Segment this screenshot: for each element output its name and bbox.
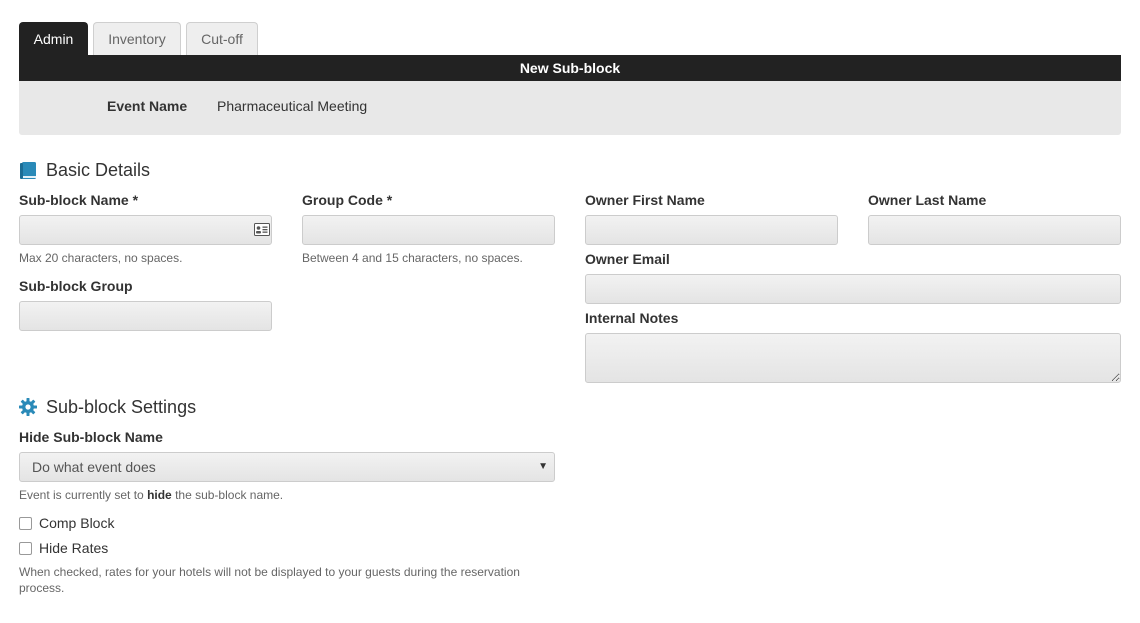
group-code-input[interactable] xyxy=(302,215,555,245)
event-name-value: Pharmaceutical Meeting xyxy=(217,98,368,114)
caret-down-icon: ▼ xyxy=(538,461,548,472)
owner-last-name-input[interactable] xyxy=(868,215,1121,245)
sub-block-name-label: Sub-block Name * xyxy=(19,192,139,208)
page-title: New Sub-block xyxy=(19,55,1121,81)
hide-rates-checkbox[interactable] xyxy=(19,542,32,555)
hide-sub-block-name-label: Hide Sub-block Name xyxy=(19,429,163,445)
owner-email-input[interactable] xyxy=(585,274,1121,304)
internal-notes-textarea[interactable] xyxy=(585,333,1121,383)
event-info-panel: Event Name Pharmaceutical Meeting xyxy=(19,81,1121,135)
tab-inventory[interactable]: Inventory xyxy=(93,22,181,55)
hide-rates-help: When checked, rates for your hotels will… xyxy=(19,565,520,595)
tab-cut-off[interactable]: Cut-off xyxy=(186,22,258,55)
sub-block-name-input[interactable] xyxy=(19,215,272,245)
owner-email-label: Owner Email xyxy=(585,251,670,267)
hide-rates-label[interactable]: Hide Rates xyxy=(39,540,108,556)
tab-admin[interactable]: Admin xyxy=(19,22,88,55)
comp-block-label[interactable]: Comp Block xyxy=(39,515,114,531)
group-code-help: Between 4 and 15 characters, no spaces. xyxy=(302,251,523,265)
comp-block-checkbox[interactable] xyxy=(19,517,32,530)
group-code-label: Group Code * xyxy=(302,192,393,208)
sub-block-settings-heading: Sub-block Settings xyxy=(46,397,197,417)
internal-notes-label: Internal Notes xyxy=(585,310,679,326)
hide-sub-block-name-selected: Do what event does xyxy=(32,459,156,475)
owner-last-name-label: Owner Last Name xyxy=(868,192,987,208)
book-icon xyxy=(19,161,37,185)
basic-details-heading: Basic Details xyxy=(46,160,151,180)
hide-sub-block-name-help: Event is currently set to hide the sub-b… xyxy=(19,488,284,502)
sub-block-group-label: Sub-block Group xyxy=(19,278,133,294)
owner-first-name-label: Owner First Name xyxy=(585,192,705,208)
gear-icon xyxy=(19,398,37,421)
event-name-label: Event Name xyxy=(107,98,188,114)
owner-first-name-input[interactable] xyxy=(585,215,838,245)
sub-block-group-input[interactable] xyxy=(19,301,272,331)
sub-block-name-help: Max 20 characters, no spaces. xyxy=(19,251,183,265)
hide-sub-block-name-select[interactable]: Do what event does ▼ xyxy=(19,452,555,482)
